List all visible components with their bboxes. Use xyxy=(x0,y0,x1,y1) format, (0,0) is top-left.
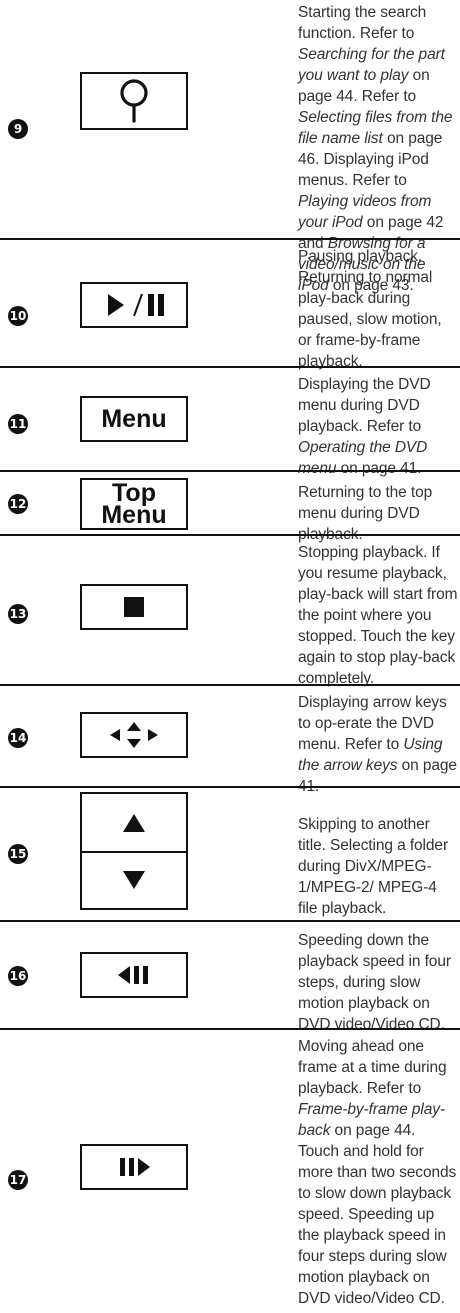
row-description: Skipping to another title. Selecting a f… xyxy=(298,814,458,919)
skip-down-key[interactable] xyxy=(82,851,186,908)
description-text: Starting the search function. Refer to xyxy=(298,4,427,42)
table-row: 14 Displaying arrow keys to op-erate the… xyxy=(0,684,460,795)
table-row: 12 Top Menu Returning to the top menu du… xyxy=(0,470,460,543)
row-description: Pausing playback. Returning to normal pl… xyxy=(298,246,458,372)
description-text: on page 44. Touch and hold for more than… xyxy=(298,1122,457,1307)
row-description: Displaying arrow keys to op-erate the DV… xyxy=(298,692,458,797)
description-text: Speeding down the playback speed in four… xyxy=(298,932,451,1033)
menu-key-label: Menu xyxy=(101,405,167,433)
table-row: 16 Speeding down the playback speed in f… xyxy=(0,920,460,1033)
row-description: Speeding down the playback speed in four… xyxy=(298,930,458,1035)
table-row: 15 Skipping to another title. Selecting … xyxy=(0,786,460,920)
description-text: Skipping to another title. Selecting a f… xyxy=(298,816,449,917)
description-text: Displaying the DVD menu during DVD playb… xyxy=(298,376,431,435)
up-triangle-icon xyxy=(123,813,145,832)
row-number: 14 xyxy=(8,728,28,748)
stop-key[interactable] xyxy=(80,584,188,630)
row-description: Moving ahead one frame at a time during … xyxy=(298,1036,458,1309)
down-triangle-icon xyxy=(123,870,145,889)
row-description: Stopping playback. If you resume playbac… xyxy=(298,542,458,689)
play-pause-key[interactable] xyxy=(80,282,188,328)
table-row: 13 Stopping playback. If you resume play… xyxy=(0,534,460,687)
frame-advance-key[interactable] xyxy=(80,1144,188,1190)
slow-reverse-icon xyxy=(118,966,148,984)
table-row: 9 Starting the search function. Refer to… xyxy=(0,0,460,294)
row-description: Displaying the DVD menu during DVD playb… xyxy=(298,374,458,479)
table-row: 10 Pausing playback. Returning to normal… xyxy=(0,238,460,370)
row-number: 11 xyxy=(8,414,28,434)
row-number: 10 xyxy=(8,306,28,326)
arrow-keys-key[interactable] xyxy=(80,712,188,758)
row-number: 16 xyxy=(8,966,28,986)
arrow-keys-icon xyxy=(110,722,158,748)
play-pause-icon xyxy=(108,293,164,317)
stop-icon xyxy=(124,597,144,617)
description-text: Moving ahead one frame at a time during … xyxy=(298,1038,447,1097)
description-text: Stopping playback. If you resume playbac… xyxy=(298,544,458,687)
title-skip-keys xyxy=(80,792,188,910)
row-number: 17 xyxy=(8,1170,28,1190)
skip-up-key[interactable] xyxy=(82,794,186,851)
table-row: 11 Menu Displaying the DVD menu during D… xyxy=(0,366,460,477)
top-menu-key[interactable]: Top Menu xyxy=(80,478,188,530)
search-key[interactable] xyxy=(80,72,188,130)
row-number: 12 xyxy=(8,494,28,514)
slow-reverse-key[interactable] xyxy=(80,952,188,998)
row-number: 9 xyxy=(8,119,28,139)
frame-advance-icon xyxy=(120,1158,150,1176)
row-number: 13 xyxy=(8,604,28,624)
key-divider xyxy=(82,851,186,853)
row-number: 15 xyxy=(8,844,28,864)
top-menu-key-label-line2: Menu xyxy=(101,501,167,529)
description-text: Pausing playback. Returning to normal pl… xyxy=(298,248,442,370)
table-row: 17 Moving ahead one frame at a time duri… xyxy=(0,1028,460,1313)
menu-key[interactable]: Menu xyxy=(80,396,188,442)
search-icon xyxy=(120,79,148,123)
